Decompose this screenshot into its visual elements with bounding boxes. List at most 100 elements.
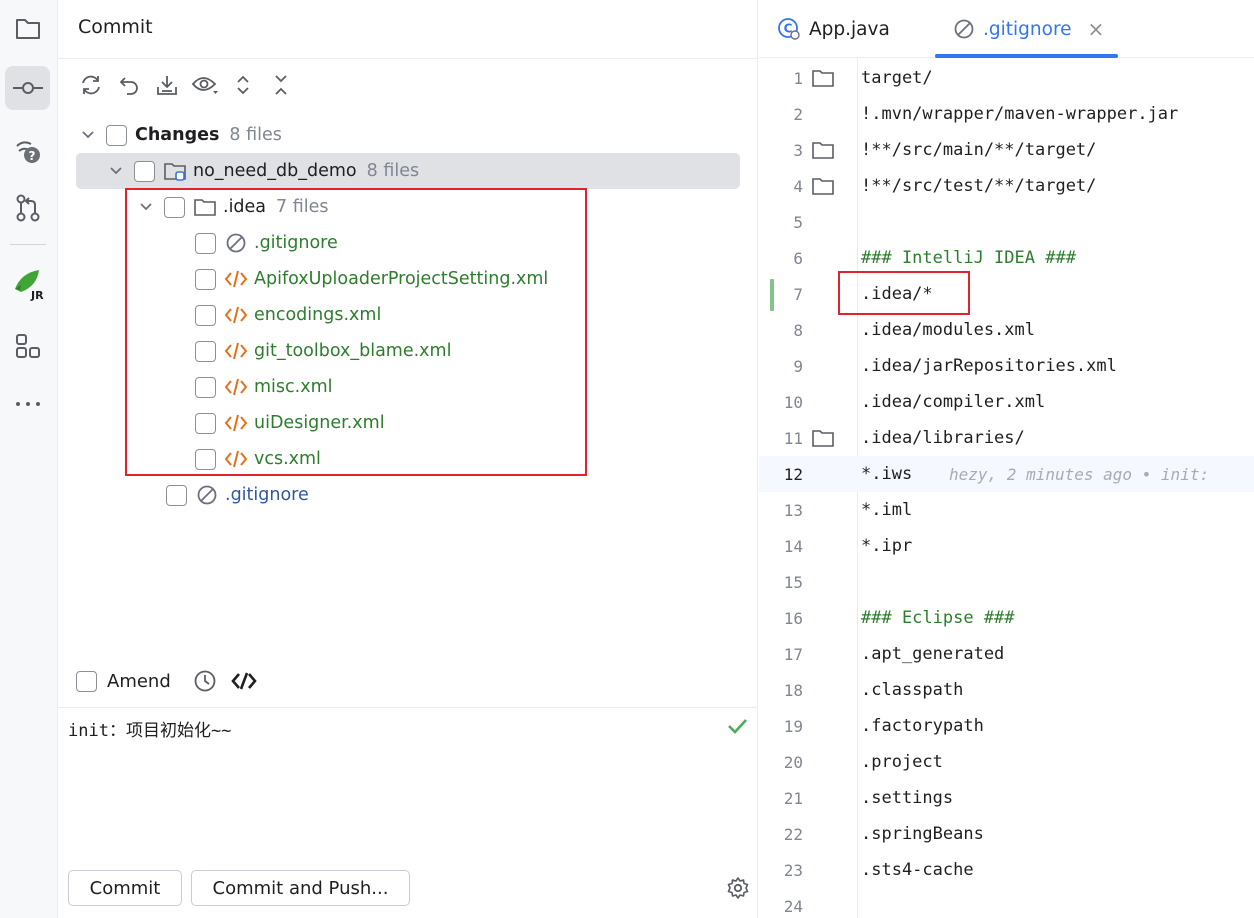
shelve-icon[interactable] <box>152 70 182 100</box>
file-row[interactable]: git_toolbox_blame.xml <box>195 333 451 369</box>
folder-icon <box>193 195 217 219</box>
tab-app-java[interactable]: C App.java <box>777 0 890 58</box>
java-class-icon: C <box>777 17 801 41</box>
changes-checkbox[interactable] <box>106 124 127 146</box>
xml-icon <box>224 375 248 399</box>
code-text: .apt_generated <box>861 644 1005 664</box>
jrebel-icon[interactable]: JR <box>5 262 50 306</box>
code-text: .idea/libraries/ <box>861 428 1025 448</box>
code-line[interactable]: 24 <box>759 888 1254 918</box>
file-row[interactable]: .gitignore <box>195 225 338 261</box>
project-icon[interactable] <box>5 6 50 50</box>
idea-folder-node[interactable]: .idea 7 files <box>136 189 329 225</box>
file-row[interactable]: encodings.xml <box>195 297 381 333</box>
code-line[interactable]: 4 !**/src/test/**/target/ <box>759 168 1254 204</box>
more-icon[interactable] <box>5 382 50 426</box>
code-line[interactable]: 2 !.mvn/wrapper/maven-wrapper.jar <box>759 96 1254 132</box>
code-line[interactable]: 8 .idea/modules.xml <box>759 312 1254 348</box>
structure-icon[interactable] <box>5 324 50 368</box>
file-checkbox[interactable] <box>195 304 216 326</box>
folder-icon[interactable] <box>811 428 835 452</box>
file-checkbox[interactable] <box>195 268 216 290</box>
file-checkbox[interactable] <box>166 484 187 506</box>
line-number: 3 <box>793 140 803 160</box>
line-number: 21 <box>783 788 803 808</box>
ignore-icon <box>195 483 219 507</box>
file-checkbox[interactable] <box>195 232 216 254</box>
file-row[interactable]: vcs.xml <box>195 441 321 477</box>
module-node[interactable]: no_need_db_demo 8 files <box>76 153 740 189</box>
code-line[interactable]: 19 .factorypath <box>759 708 1254 744</box>
line-number: 13 <box>783 500 803 520</box>
code-text: .sts4-cache <box>861 860 974 880</box>
commit-icon[interactable] <box>5 66 50 110</box>
code-text: *.iws <box>861 464 913 484</box>
code-text: !.mvn/wrapper/maven-wrapper.jar <box>861 104 1179 124</box>
file-row[interactable]: misc.xml <box>195 369 332 405</box>
divider <box>58 707 758 708</box>
module-checkbox[interactable] <box>134 160 155 182</box>
refresh-icon[interactable] <box>76 70 106 100</box>
code-line[interactable]: 13 *.iml <box>759 492 1254 528</box>
editor-tabs: C App.java .gitignore × <box>759 0 1254 58</box>
code-line[interactable]: 15 <box>759 564 1254 600</box>
file-row[interactable]: .gitignore <box>166 477 309 513</box>
code-line[interactable]: 9 .idea/jarRepositories.xml <box>759 348 1254 384</box>
code-text: .project <box>861 752 943 772</box>
code-line[interactable]: 11 .idea/libraries/ <box>759 420 1254 456</box>
file-checkbox[interactable] <box>195 376 216 398</box>
code-line[interactable]: 20 .project <box>759 744 1254 780</box>
code-line[interactable]: 14 *.ipr <box>759 528 1254 564</box>
collapse-all-icon[interactable] <box>266 70 296 100</box>
panel-title: Commit <box>78 16 153 38</box>
commit-button[interactable]: Commit <box>68 870 182 906</box>
code-line[interactable]: 1 target/ <box>759 60 1254 96</box>
ai-commit-icon[interactable] <box>231 670 257 692</box>
code-line[interactable]: 12 *.iws hezy, 2 minutes ago • init: <box>759 456 1254 492</box>
code-line[interactable]: 17 .apt_generated <box>759 636 1254 672</box>
line-number: 23 <box>783 860 803 880</box>
code-line[interactable]: 3 !**/src/main/**/target/ <box>759 132 1254 168</box>
gear-icon[interactable] <box>726 876 750 904</box>
code-line[interactable]: 21 .settings <box>759 780 1254 816</box>
file-label: vcs.xml <box>254 449 321 469</box>
chevron-down-icon[interactable] <box>78 125 98 145</box>
commit-and-push-button[interactable]: Commit and Push... <box>191 870 410 906</box>
commit-message-input[interactable]: init：项目初始化~~ <box>68 716 231 741</box>
file-checkbox[interactable] <box>195 340 216 362</box>
folder-icon[interactable] <box>811 176 835 200</box>
preview-icon[interactable] <box>190 70 220 100</box>
line-number: 22 <box>783 824 803 844</box>
code-line[interactable]: 10 .idea/compiler.xml <box>759 384 1254 420</box>
changes-node[interactable]: Changes 8 files <box>78 117 282 153</box>
chevron-down-icon[interactable] <box>106 161 126 181</box>
code-line[interactable]: 18 .classpath <box>759 672 1254 708</box>
rollback-icon[interactable] <box>114 70 144 100</box>
tab-gitignore[interactable]: .gitignore × <box>953 0 1104 58</box>
file-label: uiDesigner.xml <box>254 413 385 433</box>
file-checkbox[interactable] <box>195 448 216 470</box>
ignore-icon <box>224 231 248 255</box>
file-row[interactable]: ApifoxUploaderProjectSetting.xml <box>195 261 548 297</box>
folder-icon[interactable] <box>811 140 835 164</box>
code-line[interactable]: 5 <box>759 204 1254 240</box>
file-row[interactable]: uiDesigner.xml <box>195 405 385 441</box>
pull-requests-icon[interactable] <box>5 186 50 230</box>
code-line[interactable]: 6 ### IntelliJ IDEA ### <box>759 240 1254 276</box>
xml-icon <box>224 267 248 291</box>
code-text: *.iml <box>861 500 913 520</box>
file-checkbox[interactable] <box>195 412 216 434</box>
code-line[interactable]: 23 .sts4-cache <box>759 852 1254 888</box>
code-line[interactable]: 7 .idea/* <box>759 276 1254 312</box>
chevron-down-icon[interactable] <box>136 197 156 217</box>
vcs-hint-icon[interactable]: ? <box>5 128 50 172</box>
folder-icon[interactable] <box>811 68 835 92</box>
inline-blame: hezy, 2 minutes ago • init: <box>949 464 1210 484</box>
idea-checkbox[interactable] <box>164 196 185 218</box>
expand-all-icon[interactable] <box>228 70 258 100</box>
code-line[interactable]: 16 ### Eclipse ### <box>759 600 1254 636</box>
code-line[interactable]: 22 .springBeans <box>759 816 1254 852</box>
close-icon[interactable]: × <box>1088 17 1105 41</box>
amend-checkbox[interactable] <box>76 670 97 692</box>
history-icon[interactable] <box>193 669 217 693</box>
